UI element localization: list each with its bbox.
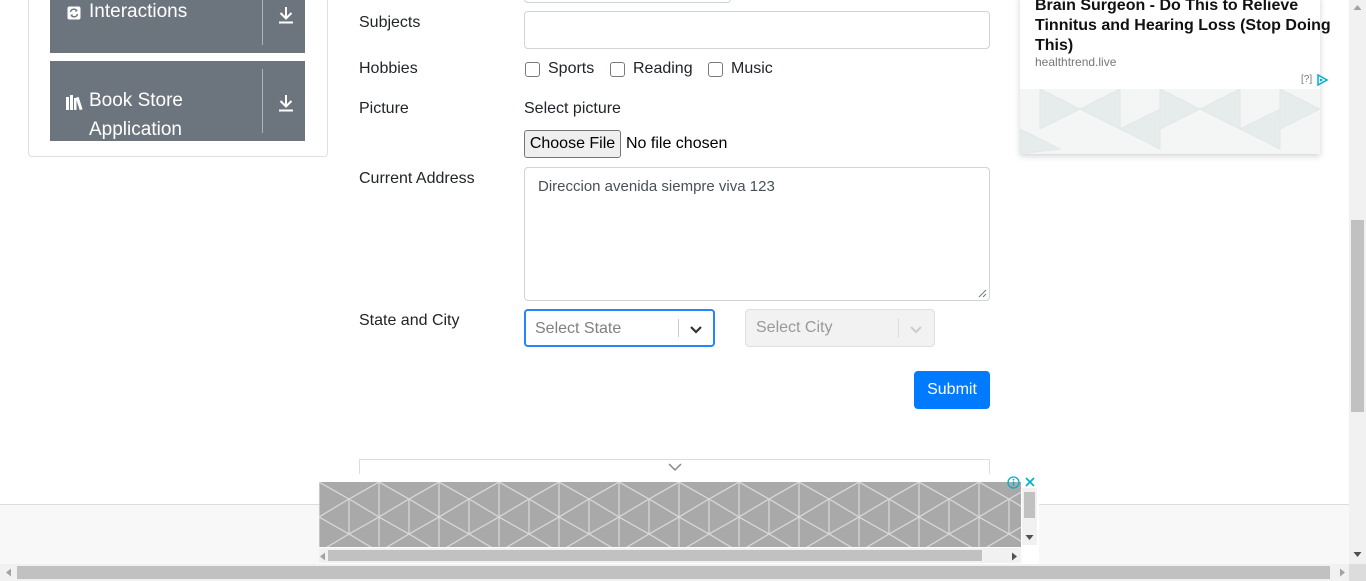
divider — [898, 318, 899, 338]
state-placeholder: Select State — [535, 320, 622, 337]
subjects-input[interactable] — [524, 11, 990, 49]
ad-scrollbar-vertical[interactable] — [1022, 488, 1037, 545]
choose-file-button[interactable]: Choose File — [524, 130, 621, 158]
current-address-value: Direccion avenida siempre viva 123 — [538, 178, 775, 195]
music-checkbox[interactable] — [708, 62, 723, 77]
ad-image[interactable] — [319, 482, 1021, 547]
divider — [678, 319, 679, 337]
resize-handle-icon[interactable] — [978, 289, 987, 298]
sidebar-item-label: Book Store — [89, 90, 183, 111]
interactions-icon — [67, 6, 81, 20]
sidebar-item-label: Interactions — [89, 1, 188, 22]
state-city-label: State and City — [359, 312, 460, 329]
info-icon[interactable] — [1007, 476, 1020, 489]
previous-field[interactable] — [524, 0, 731, 3]
ad-help[interactable]: [?] — [1301, 74, 1312, 85]
scroll-up-arrow-icon[interactable] — [1353, 4, 1362, 11]
chevron-down-icon[interactable] — [667, 462, 683, 472]
city-select[interactable]: Select City — [745, 309, 935, 347]
reading-checkbox[interactable] — [610, 62, 625, 77]
scroll-down-arrow-icon[interactable] — [1025, 534, 1034, 541]
right-ad[interactable]: Brain Surgeon - Do This to Relieve Tinni… — [1020, 0, 1331, 154]
chevron-down-icon[interactable] — [688, 321, 704, 337]
divider — [262, 69, 263, 133]
close-icon[interactable] — [1024, 476, 1036, 488]
scroll-down-arrow-icon[interactable] — [1353, 551, 1362, 558]
download-icon[interactable] — [277, 93, 295, 113]
divider — [262, 0, 263, 45]
page-scrollbar-thumb[interactable] — [17, 566, 1330, 579]
no-file-chosen-text: No file chosen — [626, 135, 728, 152]
bottom-ad[interactable] — [319, 474, 1039, 564]
adchoices-icon[interactable] — [1316, 74, 1330, 86]
sidebar-item-label: Application — [89, 119, 182, 140]
current-address-textarea[interactable]: Direccion avenida siempre viva 123 — [524, 167, 990, 301]
hobbies-label: Hobbies — [359, 60, 418, 77]
ad-scrollbar-horizontal[interactable] — [319, 548, 1021, 563]
ad-title[interactable]: Brain Surgeon - Do This to Relieve Tinni… — [1035, 0, 1340, 56]
sports-checkbox[interactable] — [525, 62, 540, 77]
ad-scrollbar-thumb[interactable] — [1024, 492, 1035, 518]
scroll-right-arrow-icon[interactable] — [1011, 552, 1018, 561]
book-icon — [66, 95, 83, 110]
ad-image[interactable] — [1020, 89, 1320, 154]
page-scrollbar-thumb[interactable] — [1351, 220, 1364, 412]
sidebar-item-interactions[interactable]: Interactions — [50, 0, 305, 53]
select-picture-text: Select picture — [524, 100, 621, 117]
scrollbar-corner — [1349, 564, 1366, 581]
submit-button[interactable]: Submit — [914, 371, 990, 409]
scroll-left-arrow-icon[interactable] — [319, 552, 326, 561]
city-placeholder: Select City — [756, 319, 833, 336]
scroll-left-arrow-icon[interactable] — [5, 568, 12, 577]
download-icon[interactable] — [277, 5, 295, 25]
music-label[interactable]: Music — [731, 60, 773, 78]
ad-source[interactable]: healthtrend.live — [1035, 55, 1116, 69]
current-address-label: Current Address — [359, 170, 475, 187]
chevron-down-icon — [910, 326, 922, 334]
subjects-label: Subjects — [359, 14, 421, 31]
sidebar-item-book-store[interactable]: Book Store Application — [50, 61, 305, 141]
ad-scrollbar-thumb[interactable] — [328, 550, 982, 561]
scroll-right-arrow-icon[interactable] — [1339, 568, 1346, 577]
sports-label[interactable]: Sports — [548, 60, 594, 78]
state-select[interactable]: Select State — [524, 309, 715, 347]
reading-label[interactable]: Reading — [633, 60, 693, 78]
picture-label: Picture — [359, 100, 409, 117]
